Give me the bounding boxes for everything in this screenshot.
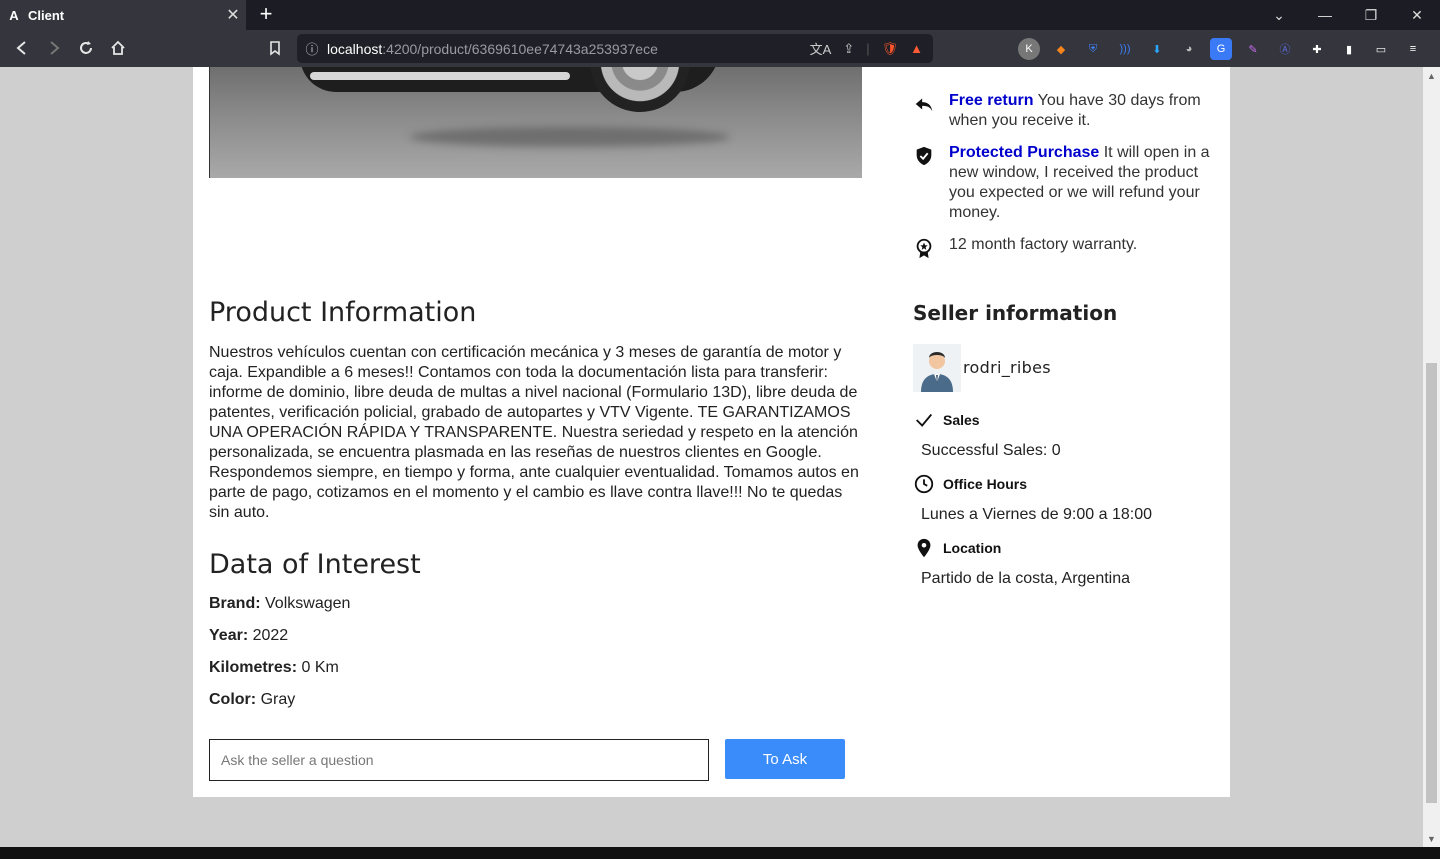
extensions-row: K ◆ ⛨ ))) ⬇ ◕ G ✎ Ⓐ ✚ ▮ ▭ ≡ — [1018, 38, 1424, 60]
spec-value: 2022 — [252, 627, 289, 644]
reload-icon[interactable] — [73, 36, 99, 60]
bitwarden-icon[interactable]: ⛨ — [1082, 38, 1104, 60]
product-page: Product Information Nuestros vehículos c… — [193, 67, 1230, 797]
benefit-protected-purchase: Protected Purchase It will open in a new… — [913, 143, 1213, 223]
bookmark-icon[interactable] — [262, 36, 288, 60]
share-icon[interactable]: ⇪ — [843, 41, 854, 57]
seller-name[interactable]: rodri_ribes — [963, 358, 1051, 377]
benefit-text: 12 month factory warranty. — [949, 235, 1137, 264]
translate-icon[interactable]: 文A — [810, 39, 832, 58]
benefit-text: Protected Purchase It will open in a new… — [949, 143, 1213, 223]
tab-search-icon[interactable]: ⌄ — [1256, 0, 1302, 30]
site-info-icon[interactable]: ⓘ — [297, 39, 327, 58]
product-image — [209, 67, 862, 178]
sales-heading: Sales — [913, 409, 980, 431]
wave-icon[interactable]: ))) — [1114, 38, 1136, 60]
ask-question-input[interactable] — [209, 739, 709, 781]
spec-list: Brand: Volkswagen Year: 2022 Kilometres:… — [209, 595, 350, 723]
minimize-icon[interactable]: — — [1302, 0, 1348, 30]
car-shadow-shape — [410, 127, 730, 147]
taskbar-edge — [0, 847, 1440, 859]
page-scrollbar[interactable]: ▲ ▼ — [1423, 67, 1440, 847]
spec-label: Year: — [209, 627, 249, 644]
forward-icon[interactable] — [41, 36, 67, 60]
tab-title: Client — [28, 7, 65, 23]
back-icon[interactable] — [9, 36, 35, 60]
spec-color: Color: Gray — [209, 691, 350, 723]
google-translate-icon[interactable]: G — [1210, 38, 1232, 60]
brave-shields-icon[interactable]: 🛡 — [882, 41, 899, 57]
divider: | — [866, 41, 870, 56]
location-value: Partido de la costa, Argentina — [921, 570, 1131, 587]
browser-toolbar: ⓘ localhost:4200/product/6369610ee74743a… — [0, 30, 1440, 67]
ask-button[interactable]: To Ask — [725, 739, 845, 779]
spec-value: 0 Km — [301, 659, 339, 676]
color-picker-icon[interactable]: ✎ — [1242, 38, 1264, 60]
brave-rewards-icon[interactable]: ▲ — [910, 41, 923, 56]
shield-check-icon — [913, 143, 949, 223]
office-hours-heading: Office Hours — [913, 473, 1027, 495]
car-wheel-shape — [590, 67, 690, 112]
new-tab-icon[interactable]: + — [254, 3, 278, 27]
benefit-text: Free return You have 30 days from when y… — [949, 91, 1213, 131]
url-path: :4200/product/6369610ee74743a253937ece — [382, 40, 658, 57]
puzzle-extensions-icon[interactable]: ✚ — [1306, 38, 1328, 60]
sales-value: Successful Sales: 0 — [921, 442, 1061, 459]
spec-value: Gray — [260, 691, 296, 708]
browser-tab[interactable]: A Client ✕ — [0, 0, 246, 30]
address-bar-actions: 文A ⇪ | 🛡 ▲ — [810, 39, 933, 58]
avatar — [913, 344, 961, 392]
data-of-interest-title: Data of Interest — [209, 549, 421, 580]
return-arrow-icon — [913, 91, 949, 131]
angular-favicon-icon: A — [9, 7, 19, 23]
scroll-up-icon[interactable]: ▲ — [1423, 67, 1440, 84]
window-controls: ⌄ — ❐ ✕ — [1256, 0, 1440, 30]
location-label: Location — [943, 540, 1002, 556]
location-pin-icon — [917, 538, 931, 558]
url-host: localhost — [327, 40, 383, 57]
spec-label: Brand: — [209, 595, 261, 612]
car-bumper-shape — [310, 72, 570, 80]
benefit-title: Protected Purchase — [949, 144, 1100, 161]
benefit-title: Free return — [949, 92, 1034, 109]
sidebar-icon[interactable]: ▮ — [1338, 38, 1360, 60]
checkmark-icon — [916, 413, 933, 427]
benefit-free-return: Free return You have 30 days from when y… — [913, 91, 1213, 131]
scroll-thumb[interactable] — [1426, 363, 1437, 803]
sales-label: Sales — [943, 412, 980, 428]
spec-year: Year: 2022 — [209, 627, 350, 659]
product-info-title: Product Information — [209, 297, 477, 328]
home-icon[interactable] — [105, 36, 131, 60]
spec-brand: Brand: Volkswagen — [209, 595, 350, 627]
clock-icon — [914, 474, 934, 494]
tab-strip: A Client ✕ + ⌄ — ❐ ✕ — [0, 0, 1440, 30]
scroll-down-icon[interactable]: ▼ — [1423, 830, 1440, 847]
office-hours-label: Office Hours — [943, 476, 1028, 492]
menu-icon[interactable]: ≡ — [1402, 38, 1424, 60]
spec-label: Color: — [209, 691, 257, 708]
metamask-icon[interactable]: ◆ — [1050, 38, 1072, 60]
extension-k-icon[interactable]: K — [1018, 38, 1040, 60]
spec-label: Kilometres: — [209, 659, 298, 676]
download-icon[interactable]: ⬇ — [1146, 38, 1168, 60]
award-badge-icon — [913, 235, 949, 264]
spec-value: Volkswagen — [265, 595, 351, 612]
seller-info-title: Seller information — [913, 301, 1118, 325]
benefit-description: 12 month factory warranty. — [949, 236, 1138, 253]
close-tab-icon[interactable]: ✕ — [220, 5, 246, 25]
close-window-icon[interactable]: ✕ — [1394, 0, 1440, 30]
url-text: localhost:4200/product/6369610ee74743a25… — [327, 41, 810, 57]
cat-extension-icon[interactable]: ◕ — [1178, 38, 1200, 60]
spec-kilometres: Kilometres: 0 Km — [209, 659, 350, 691]
restore-icon[interactable]: ❐ — [1348, 0, 1394, 30]
extension-a-icon[interactable]: Ⓐ — [1274, 38, 1296, 60]
location-heading: Location — [913, 537, 1001, 559]
office-hours-value: Lunes a Viernes de 9:00 a 18:00 — [921, 506, 1152, 523]
wallet-icon[interactable]: ▭ — [1370, 38, 1392, 60]
product-description: Nuestros vehículos cuentan con certifica… — [209, 344, 859, 521]
address-bar[interactable]: ⓘ localhost:4200/product/6369610ee74743a… — [297, 34, 933, 63]
benefit-warranty: 12 month factory warranty. — [913, 235, 1213, 264]
